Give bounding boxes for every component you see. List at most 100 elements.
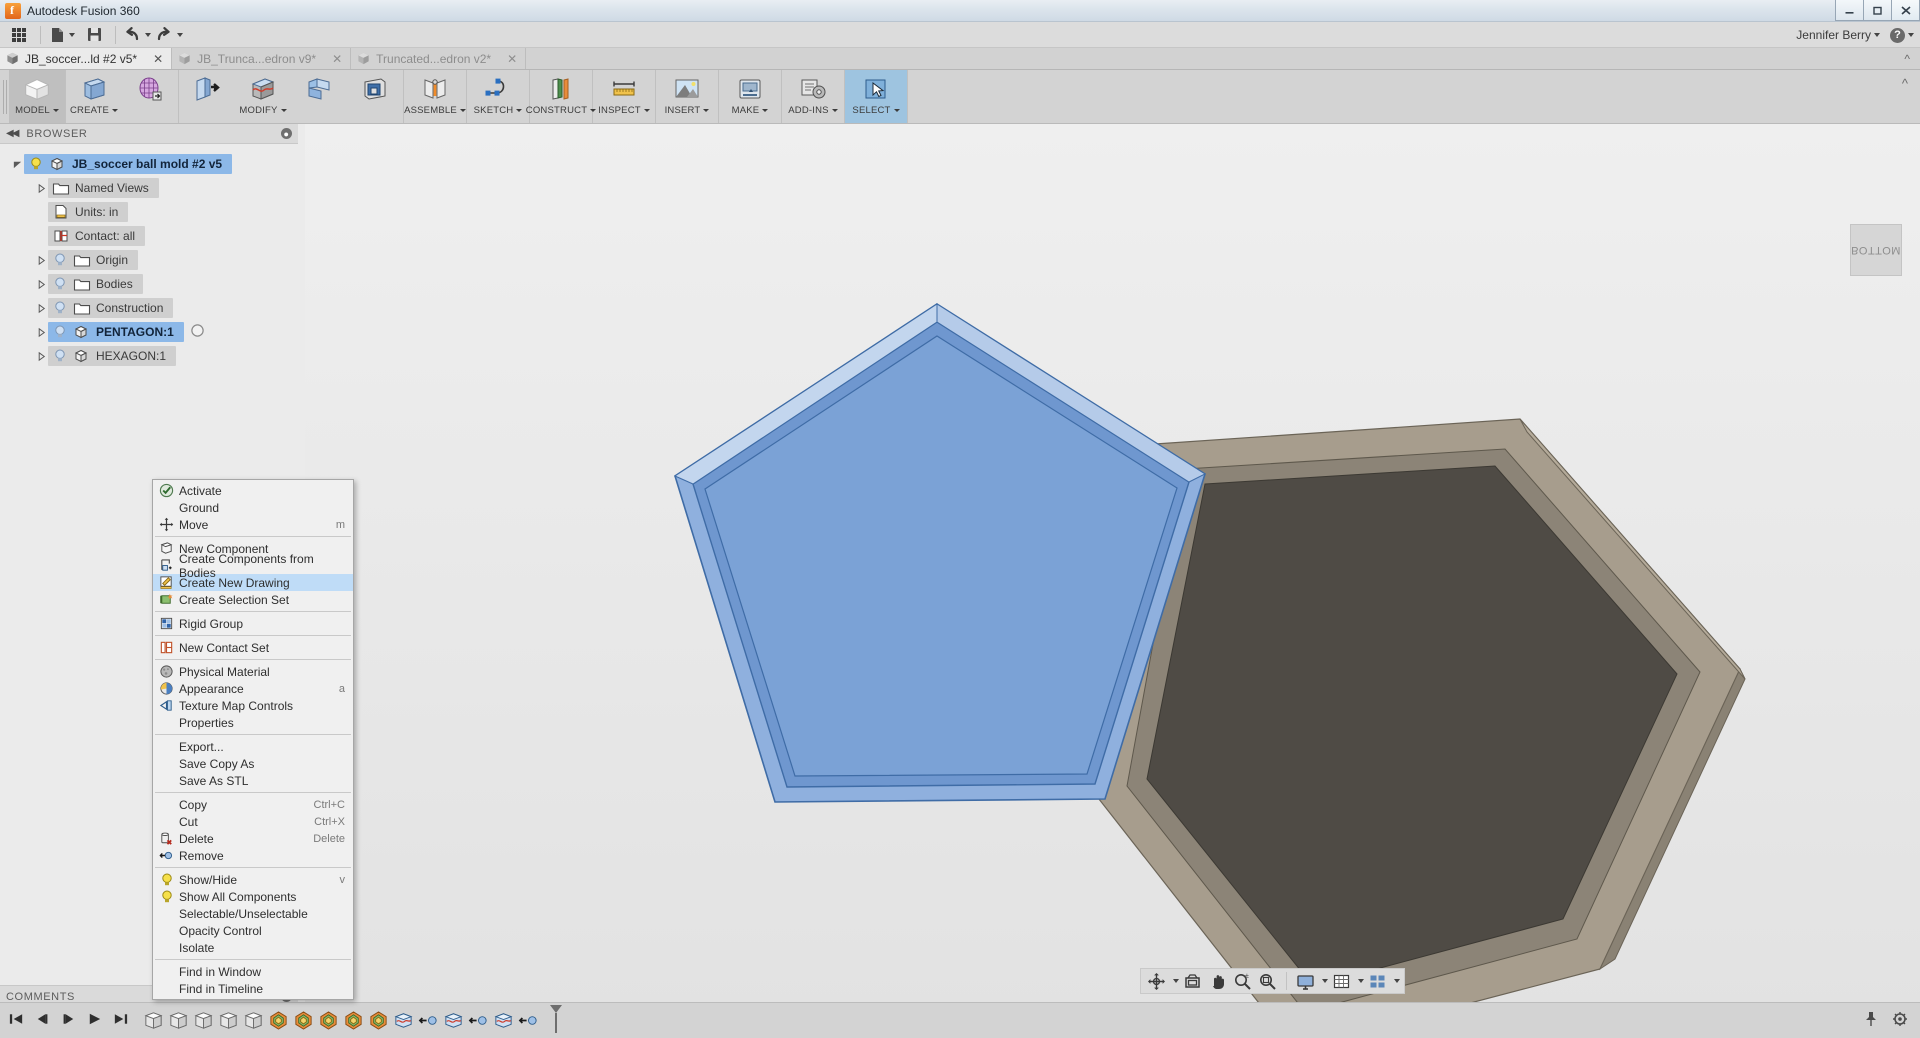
collapse-arrow-icon[interactable] [34,183,48,194]
browser-tree-chip[interactable]: Named Views [48,178,159,198]
context-menu-item[interactable]: Save As STL [153,772,353,789]
view-cube[interactable]: BOTTOM [1850,224,1902,276]
toolbar-make[interactable]: MAKE [719,70,781,123]
toolbar-assemble[interactable]: ASSEMBLE [404,70,466,123]
toolbar-grip[interactable] [0,70,9,123]
collapse-arrow-icon[interactable] [34,303,48,314]
collapse-arrow-icon[interactable] [34,255,48,266]
browser-tree-item[interactable]: Construction [0,296,305,320]
chevron-down-icon[interactable] [643,108,650,112]
redo-icon[interactable] [154,23,184,47]
browser-tree-item[interactable]: Contact: all [0,224,305,248]
timeline-feature-component-feature[interactable] [268,1010,289,1031]
toolbar-shell[interactable] [347,70,403,123]
context-menu-item[interactable]: Create Selection Set [153,591,353,608]
pin-icon[interactable] [1864,1011,1878,1030]
context-menu-item[interactable]: Move m [153,516,353,533]
chevron-down-icon[interactable] [1908,33,1914,37]
context-menu-item[interactable]: Copy Ctrl+C [153,796,353,813]
orbit-icon[interactable] [1145,970,1168,992]
context-menu-item[interactable]: Rigid Group [153,615,353,632]
close-icon[interactable]: ✕ [143,52,163,66]
chevron-down-icon[interactable] [69,32,75,37]
look-at-icon[interactable] [1181,970,1204,992]
chevron-down-icon[interactable] [703,108,710,112]
chevron-down-icon[interactable] [1874,33,1880,37]
timeline-feature-move-feature[interactable] [518,1010,539,1031]
chevron-down-icon[interactable] [516,108,523,112]
timeline-feature-sketch-feature[interactable] [393,1010,414,1031]
timeline-feature-sketch-feature[interactable] [493,1010,514,1031]
chevron-down-icon[interactable] [1358,979,1364,983]
visibility-bulb-icon[interactable] [52,276,68,292]
context-menu-item[interactable]: Activate [153,482,353,499]
collapse-left-icon[interactable]: ◀◀ [6,128,19,139]
context-menu-item[interactable]: Save Copy As [153,755,353,772]
minimize-button[interactable] [1835,0,1864,21]
context-menu-item[interactable]: Export... [153,738,353,755]
browser-tree-chip[interactable]: JB_soccer ball mold #2 v5 [24,154,233,174]
chevron-down-icon[interactable] [1322,979,1328,983]
new-document-icon[interactable] [47,23,77,47]
context-menu-item[interactable]: Properties [153,714,353,731]
context-menu-item[interactable]: Appearance a [153,680,353,697]
toolbar-sketch[interactable]: SKETCH [467,70,529,123]
chevron-down-icon[interactable] [112,108,119,112]
browser-tree-item[interactable]: HEXAGON:1 [0,344,305,368]
expand-arrow-icon[interactable] [10,159,24,170]
timeline-feature-extrude[interactable] [218,1010,239,1031]
timeline-feature-component-feature[interactable] [293,1010,314,1031]
timeline-feature-component-feature[interactable] [368,1010,389,1031]
collapse-arrow-icon[interactable] [34,327,48,338]
chevron-down-icon[interactable] [52,108,59,112]
timeline-feature-extrude[interactable] [243,1010,264,1031]
toolbar-create-box[interactable]: CREATE [66,70,122,123]
browser-tree-chip[interactable]: PENTAGON:1 [48,322,184,342]
toolbar-select[interactable]: SELECT [845,70,907,123]
chevron-down-icon[interactable] [1173,979,1179,983]
browser-tree-chip[interactable]: Units: in [48,202,129,222]
timeline-feature-move-feature[interactable] [418,1010,439,1031]
chevron-down-icon[interactable] [1394,979,1400,983]
document-tab-1[interactable]: JB_Trunca...edron v9* ✕ [172,48,352,69]
context-menu-item[interactable]: Remove [153,847,353,864]
context-menu[interactable]: Activate Ground Move m New Component Create C… [152,479,354,1000]
context-menu-item[interactable]: Cut Ctrl+X [153,813,353,830]
display-settings-icon[interactable] [1294,970,1317,992]
chevron-down-icon[interactable] [177,32,183,37]
pan-hand-icon[interactable] [1206,970,1229,992]
chevron-down-icon[interactable] [280,108,287,112]
browser-tree-item[interactable]: Bodies [0,272,305,296]
browser-tree-chip[interactable]: Construction [48,298,174,318]
timeline-feature-component-feature[interactable] [343,1010,364,1031]
step-forward-icon[interactable] [60,1011,77,1030]
browser-tree-item[interactable]: Named Views [0,176,305,200]
browser-tree-chip[interactable]: Bodies [48,274,143,294]
settings-gear-icon[interactable] [1892,1011,1908,1030]
toolbar-combine[interactable] [291,70,347,123]
browser-tree-chip[interactable]: Origin [48,250,139,270]
browser-tree-item[interactable]: Units: in [0,200,305,224]
toolbar-insert[interactable]: INSERT [656,70,718,123]
zoom-icon[interactable]: ± [1231,970,1254,992]
visibility-bulb-icon[interactable] [52,252,68,268]
context-menu-item[interactable]: Create Components from Bodies [153,552,353,580]
browser-tree-item[interactable]: PENTAGON:1 [0,320,305,344]
timeline-feature-extrude[interactable] [143,1010,164,1031]
toolbar-addins[interactable]: ADD-INS [782,70,844,123]
browser-tree-item[interactable]: Origin [0,248,305,272]
timeline-feature-sketch-feature[interactable] [443,1010,464,1031]
context-menu-item[interactable]: Ground [153,499,353,516]
maximize-button[interactable] [1863,0,1892,21]
panel-options-icon[interactable]: ● [281,128,292,139]
3d-canvas[interactable]: BOTTOM ± [305,124,1920,1032]
chevron-down-icon[interactable] [893,108,900,112]
context-menu-item[interactable]: Find in Timeline [153,980,353,997]
timeline-feature-component-feature[interactable] [318,1010,339,1031]
timeline-feature-extrude[interactable] [168,1010,189,1031]
grid-snap-icon[interactable] [1330,970,1353,992]
context-menu-item[interactable]: Show All Components [153,888,353,905]
help-menu[interactable]: ? [1890,27,1914,43]
collapse-arrow-icon[interactable] [34,279,48,290]
visibility-bulb-icon[interactable] [28,156,44,172]
